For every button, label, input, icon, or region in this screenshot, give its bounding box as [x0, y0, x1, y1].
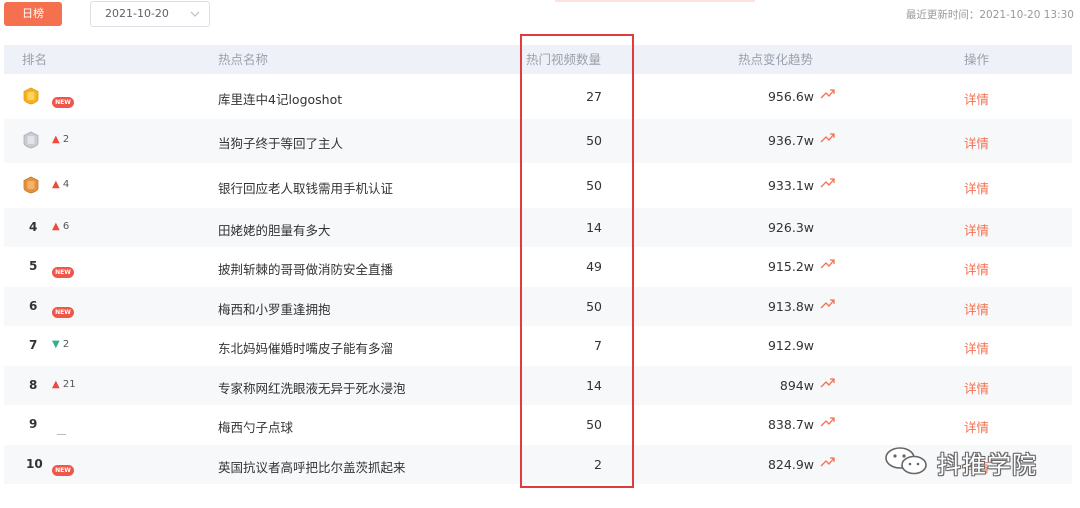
rank-change: ▲ 2 [52, 134, 69, 145]
heat-value: 894w [779, 378, 814, 393]
topic-name[interactable]: 英国抗议者高呼把比尔盖茨抓起来 [218, 457, 406, 476]
gold-medal-icon [23, 87, 39, 105]
rank-change: NEW [52, 457, 74, 476]
trend-up-icon [820, 457, 835, 467]
rank-number: 7 [29, 338, 38, 352]
rank-number: 5 [29, 259, 38, 273]
rank-change-value: 2 [62, 339, 70, 350]
rank-change-value: 6 [62, 221, 70, 232]
heat-value: 926.3w [767, 220, 814, 235]
heat-value: 912.9w [767, 338, 814, 353]
date-value: 2021-10-20 [105, 7, 169, 20]
arrow-up-icon: ▲ [52, 379, 60, 390]
heat-value: 933.1w [767, 178, 814, 193]
heat-value: 915.2w [767, 259, 814, 274]
rank-number: 9 [29, 417, 38, 431]
rank-number: 4 [29, 220, 38, 234]
trend-up-icon [820, 89, 835, 99]
heat-value: 824.9w [767, 457, 814, 472]
new-badge: NEW [52, 307, 74, 318]
heat-value: 913.8w [767, 299, 814, 314]
arrow-up-icon: ▲ [52, 134, 60, 145]
last-update-time: 最近更新时间：2021-10-20 13:30 [905, 9, 1074, 21]
topic-name[interactable]: 披荆斩棘的哥哥做消防安全直播 [218, 259, 393, 278]
silver-medal-icon [23, 131, 39, 149]
new-badge: NEW [52, 465, 74, 476]
highlight-box [520, 34, 634, 488]
rank-change: NEW [52, 89, 74, 108]
arrow-up-icon: ▲ [52, 179, 60, 190]
trend-up-icon [820, 133, 835, 143]
heat-value: 936.7w [767, 133, 814, 148]
rank-change: NEW [52, 299, 74, 318]
rank-change: NEW [52, 259, 74, 278]
topic-name[interactable]: 梅西勺子点球 [218, 417, 293, 436]
arrow-down-icon: ▼ [52, 339, 60, 350]
detail-link[interactable]: 详情 [964, 133, 989, 152]
column-topic: 热点名称 [218, 52, 269, 67]
rank-change-value: 2 [62, 134, 70, 145]
trend-up-icon [820, 417, 835, 427]
topic-name[interactable]: 东北妈妈催婚时嘴皮子能有多溜 [218, 338, 393, 357]
rank-number: 6 [29, 299, 38, 313]
rank-change: ▲ 4 [52, 179, 69, 190]
chevron-down-icon [190, 11, 200, 17]
watermark-text: 抖推学院 [937, 451, 1037, 479]
topic-name[interactable]: 库里连中4记logoshot [218, 89, 342, 108]
rank-change [57, 424, 66, 443]
rank-change: ▲ 21 [52, 379, 76, 390]
date-picker[interactable]: 2021-10-20 [90, 1, 210, 27]
arrow-up-icon: ▲ [52, 221, 60, 232]
topic-name[interactable]: 当狗子终于等回了主人 [218, 133, 343, 152]
column-trend: 热点变化趋势 [738, 52, 814, 67]
topic-name[interactable]: 梅西和小罗重逢拥抱 [218, 299, 331, 318]
heat-value: 956.6w [767, 89, 814, 104]
watermark: 抖推学院 [880, 444, 1050, 479]
trend-up-icon [820, 378, 835, 388]
top-toolbar: 日榜 2021-10-20 最近更新时间：2021-10-20 13:30 [0, 0, 1080, 34]
column-rank: 排名 [22, 52, 48, 67]
detail-link[interactable]: 详情 [964, 417, 989, 436]
new-badge: NEW [52, 267, 74, 278]
rank-change-value: 21 [62, 379, 76, 390]
trend-up-icon [820, 178, 835, 188]
rank-change: ▲ 6 [52, 221, 69, 232]
bronze-medal-icon [23, 176, 39, 194]
wechat-icon [885, 447, 927, 475]
rank-number: 10 [26, 457, 43, 471]
trend-up-icon [820, 299, 835, 309]
detail-link[interactable]: 详情 [964, 89, 989, 108]
detail-link[interactable]: 详情 [964, 378, 989, 397]
rank-change-value: 4 [62, 179, 70, 190]
detail-link[interactable]: 详情 [964, 299, 989, 318]
rank-change: ▼ 2 [52, 339, 69, 350]
rank-number: 8 [29, 378, 38, 392]
detail-link[interactable]: 详情 [964, 259, 989, 278]
heat-value: 838.7w [767, 417, 814, 432]
no-change-dash [57, 434, 66, 435]
column-action: 操作 [964, 52, 990, 67]
detail-link[interactable]: 详情 [964, 220, 989, 239]
detail-link[interactable]: 详情 [964, 338, 989, 357]
topic-name[interactable]: 银行回应老人取钱需用手机认证 [218, 178, 393, 197]
topic-name[interactable]: 田姥姥的胆量有多大 [218, 220, 331, 239]
trend-up-icon [820, 259, 835, 269]
detail-link[interactable]: 详情 [964, 178, 989, 197]
topic-name[interactable]: 专家称网红洗眼液无异于死水浸泡 [218, 378, 406, 397]
new-badge: NEW [52, 97, 74, 108]
top-accent-bar [555, 0, 755, 2]
tab-daily[interactable]: 日榜 [4, 2, 62, 26]
